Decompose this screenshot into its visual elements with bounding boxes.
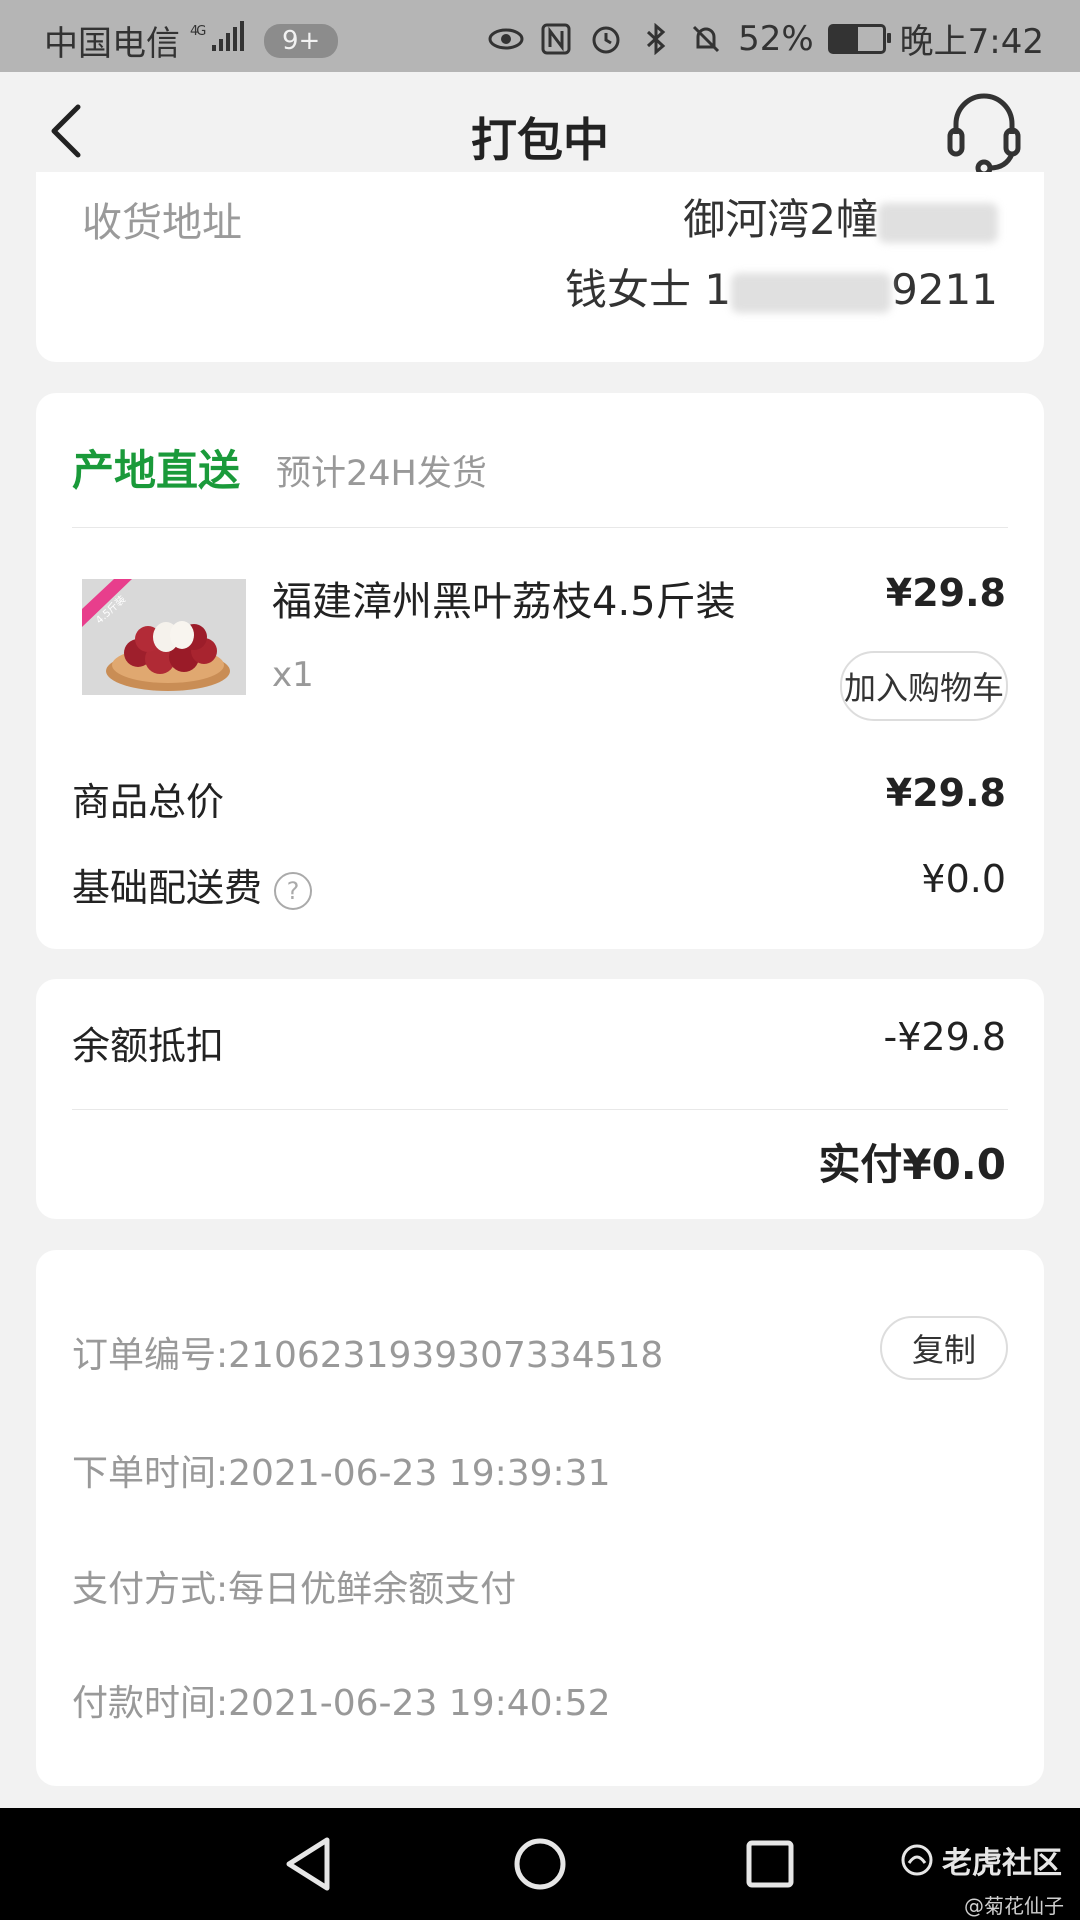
signal-icon: 4G xyxy=(190,21,246,60)
status-bar: 中国电信 4G 9+ 52% 晚上7:42 xyxy=(0,0,1080,72)
order-number-row: 订单编号:2106231939307334518 xyxy=(72,1326,663,1378)
watermark: 老虎社区 xyxy=(900,1838,1062,1882)
circle-home-icon xyxy=(514,1838,566,1890)
recipient-line: 钱女士 1 9211 xyxy=(565,256,998,317)
order-time-value: 2021-06-23 19:39:31 xyxy=(228,1453,611,1494)
triangle-back-icon xyxy=(286,1837,330,1891)
phone-tail: 9211 xyxy=(891,265,998,314)
order-number-label: 订单编号: xyxy=(72,1335,229,1376)
order-card: 产地直送 预计24H发货 4.5斤装 福建漳州黑叶荔枝4.5斤装 ¥29.8 x… xyxy=(36,393,1044,949)
divider xyxy=(72,527,1008,528)
clock: 晚上7:42 xyxy=(899,22,1044,62)
payment-card: 余额抵扣 -¥29.8 实付¥0.0 xyxy=(36,979,1044,1219)
alarm-icon xyxy=(588,21,624,57)
mute-bell-icon xyxy=(688,21,724,57)
subtotal-value: ¥29.8 xyxy=(885,771,1006,815)
watermark-author: @菊花仙子 xyxy=(964,1894,1064,1918)
nav-back-button[interactable] xyxy=(278,1834,338,1894)
balance-deduction-value: -¥29.8 xyxy=(883,1015,1007,1059)
payment-time-value: 2021-06-23 19:40:52 xyxy=(228,1683,611,1724)
nfc-icon xyxy=(538,21,574,57)
watermark-name: 老虎社区 xyxy=(942,1846,1062,1881)
tiger-logo-icon xyxy=(901,1844,933,1876)
delivery-fee-row: 基础配送费? xyxy=(72,857,313,912)
product-name[interactable]: 福建漳州黑叶荔枝4.5斤装 xyxy=(272,569,736,627)
lychee-image: 4.5斤装 xyxy=(82,579,246,695)
address-line: 御河湾2幢 xyxy=(683,186,998,247)
subtotal-label: 商品总价 xyxy=(72,780,225,824)
actual-paid: 实付¥0.0 xyxy=(818,1140,1006,1189)
address-card: 收货地址 御河湾2幢 钱女士 1 9211 xyxy=(36,172,1044,362)
bluetooth-icon xyxy=(638,21,674,57)
delivery-fee-value: ¥0.0 xyxy=(921,857,1006,901)
shipping-tag: 产地直送 xyxy=(72,446,241,495)
payment-method-label: 支付方式: xyxy=(72,1569,229,1610)
redacted-phone xyxy=(731,272,892,313)
nav-home-button[interactable] xyxy=(510,1834,570,1894)
page-title: 打包中 xyxy=(471,113,609,167)
notification-badge: 9+ xyxy=(264,23,339,58)
system-nav-bar: 老虎社区 @菊花仙子 xyxy=(0,1808,1080,1920)
product-price: ¥29.8 xyxy=(885,571,1006,615)
payment-time-label: 付款时间: xyxy=(72,1683,229,1724)
payment-time-row: 付款时间:2021-06-23 19:40:52 xyxy=(72,1674,610,1726)
order-info-card: 订单编号:2106231939307334518 复制 下单时间:2021-06… xyxy=(36,1250,1044,1786)
shipping-note: 预计24H发货 xyxy=(276,454,487,494)
delivery-fee-label: 基础配送费 xyxy=(72,866,263,910)
payment-method-value: 每日优鲜余额支付 xyxy=(228,1569,517,1610)
product-image[interactable]: 4.5斤装 xyxy=(82,579,246,695)
balance-deduction-label: 余额抵扣 xyxy=(72,1024,225,1068)
product-quantity: x1 xyxy=(272,655,314,695)
svg-text:4G: 4G xyxy=(190,24,205,39)
customer-service-button[interactable] xyxy=(946,90,1022,177)
headset-icon xyxy=(947,93,1021,177)
battery-percent: 52% xyxy=(738,18,814,59)
add-to-cart-button[interactable]: 加入购物车 xyxy=(840,651,1008,721)
status-left: 中国电信 4G 9+ xyxy=(44,16,339,65)
payment-method-row: 支付方式:每日优鲜余额支付 xyxy=(72,1560,516,1612)
carrier-label: 中国电信 xyxy=(44,24,180,64)
order-time-row: 下单时间:2021-06-23 19:39:31 xyxy=(72,1444,610,1496)
order-time-label: 下单时间: xyxy=(72,1453,229,1494)
question-icon[interactable]: ? xyxy=(274,871,313,910)
address-text: 御河湾2幢 xyxy=(683,195,878,244)
copy-button[interactable]: 复制 xyxy=(880,1316,1008,1380)
battery-icon xyxy=(827,23,891,54)
eye-icon xyxy=(488,21,524,57)
address-label: 收货地址 xyxy=(82,200,242,246)
recipient-name: 钱女士 1 xyxy=(565,265,732,314)
square-recents-icon xyxy=(746,1840,794,1888)
redacted-address xyxy=(878,202,998,243)
divider xyxy=(72,1109,1008,1110)
order-number-value: 2106231939307334518 xyxy=(228,1335,664,1376)
status-right: 52% 晚上7:42 xyxy=(488,14,1044,63)
nav-recents-button[interactable] xyxy=(740,1834,800,1894)
